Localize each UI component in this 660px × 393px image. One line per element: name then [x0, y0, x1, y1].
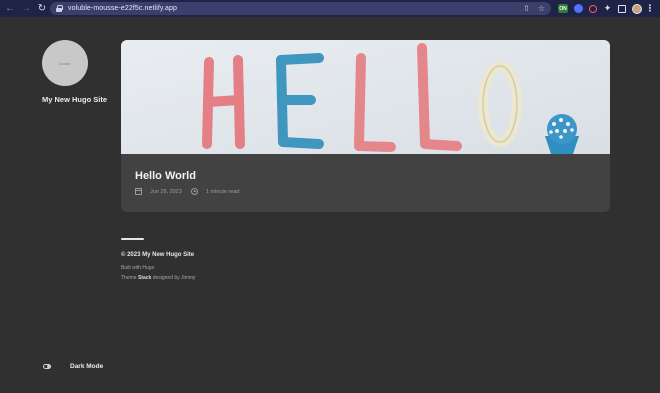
toggle-icon[interactable]	[43, 363, 51, 369]
kebab-menu-icon[interactable]: ⋮	[646, 3, 655, 13]
address-bar[interactable]: voluble-mousse-e22f5c.netlify.app ⇧ ☆	[50, 2, 551, 15]
lock-icon[interactable]	[56, 5, 63, 12]
site-name[interactable]: My New Hugo Site	[42, 95, 107, 104]
site-avatar[interactable]: Avatar	[42, 40, 88, 86]
extensions-puzzle-icon[interactable]: ✦	[603, 3, 612, 13]
footer-theme-credit: Theme Stack designed by Jimmy	[121, 275, 195, 281]
footer-copyright: © 2023 My New Hugo Site	[121, 252, 195, 258]
reload-icon[interactable]: ↻	[34, 0, 50, 17]
browser-toolbar: ← → ↻ voluble-mousse-e22f5c.netlify.app …	[0, 0, 660, 17]
avatar-placeholder-text: Avatar	[59, 60, 71, 66]
theme-suffix: designed by Jimmy	[152, 275, 196, 281]
calendar-icon	[135, 188, 142, 195]
forward-arrow-icon[interactable]: →	[18, 0, 34, 17]
footer-built-with[interactable]: Built with Hugo	[121, 265, 154, 271]
clock-icon	[190, 188, 198, 195]
article-card[interactable]: Hello World Jun 28, 2023 1 minute read	[121, 40, 610, 212]
article-cover-image[interactable]	[121, 40, 610, 154]
extension-blue-icon[interactable]	[574, 4, 583, 13]
bookmark-star-icon[interactable]: ☆	[538, 4, 545, 13]
profile-avatar-icon[interactable]	[632, 3, 642, 14]
dark-mode-label[interactable]: Dark Mode	[70, 363, 103, 370]
dark-mode-toggle[interactable]: Dark Mode	[43, 361, 103, 371]
extension-record-icon[interactable]	[589, 4, 597, 13]
article-title[interactable]: Hello World	[135, 170, 239, 182]
article-date: Jun 28, 2023	[150, 188, 182, 195]
article-meta: Jun 28, 2023 1 minute read	[135, 188, 239, 195]
url-text[interactable]: voluble-mousse-e22f5c.netlify.app	[68, 5, 177, 12]
share-icon[interactable]: ⇧	[523, 4, 530, 13]
back-arrow-icon[interactable]: ←	[2, 0, 18, 17]
theme-prefix: Theme	[121, 275, 137, 281]
footer-divider	[121, 238, 144, 240]
reading-time: 1 minute read	[205, 188, 240, 195]
extension-badge-icon[interactable]: ON	[558, 4, 568, 13]
side-panel-icon[interactable]	[618, 4, 626, 13]
theme-link[interactable]: Stack	[138, 275, 151, 281]
